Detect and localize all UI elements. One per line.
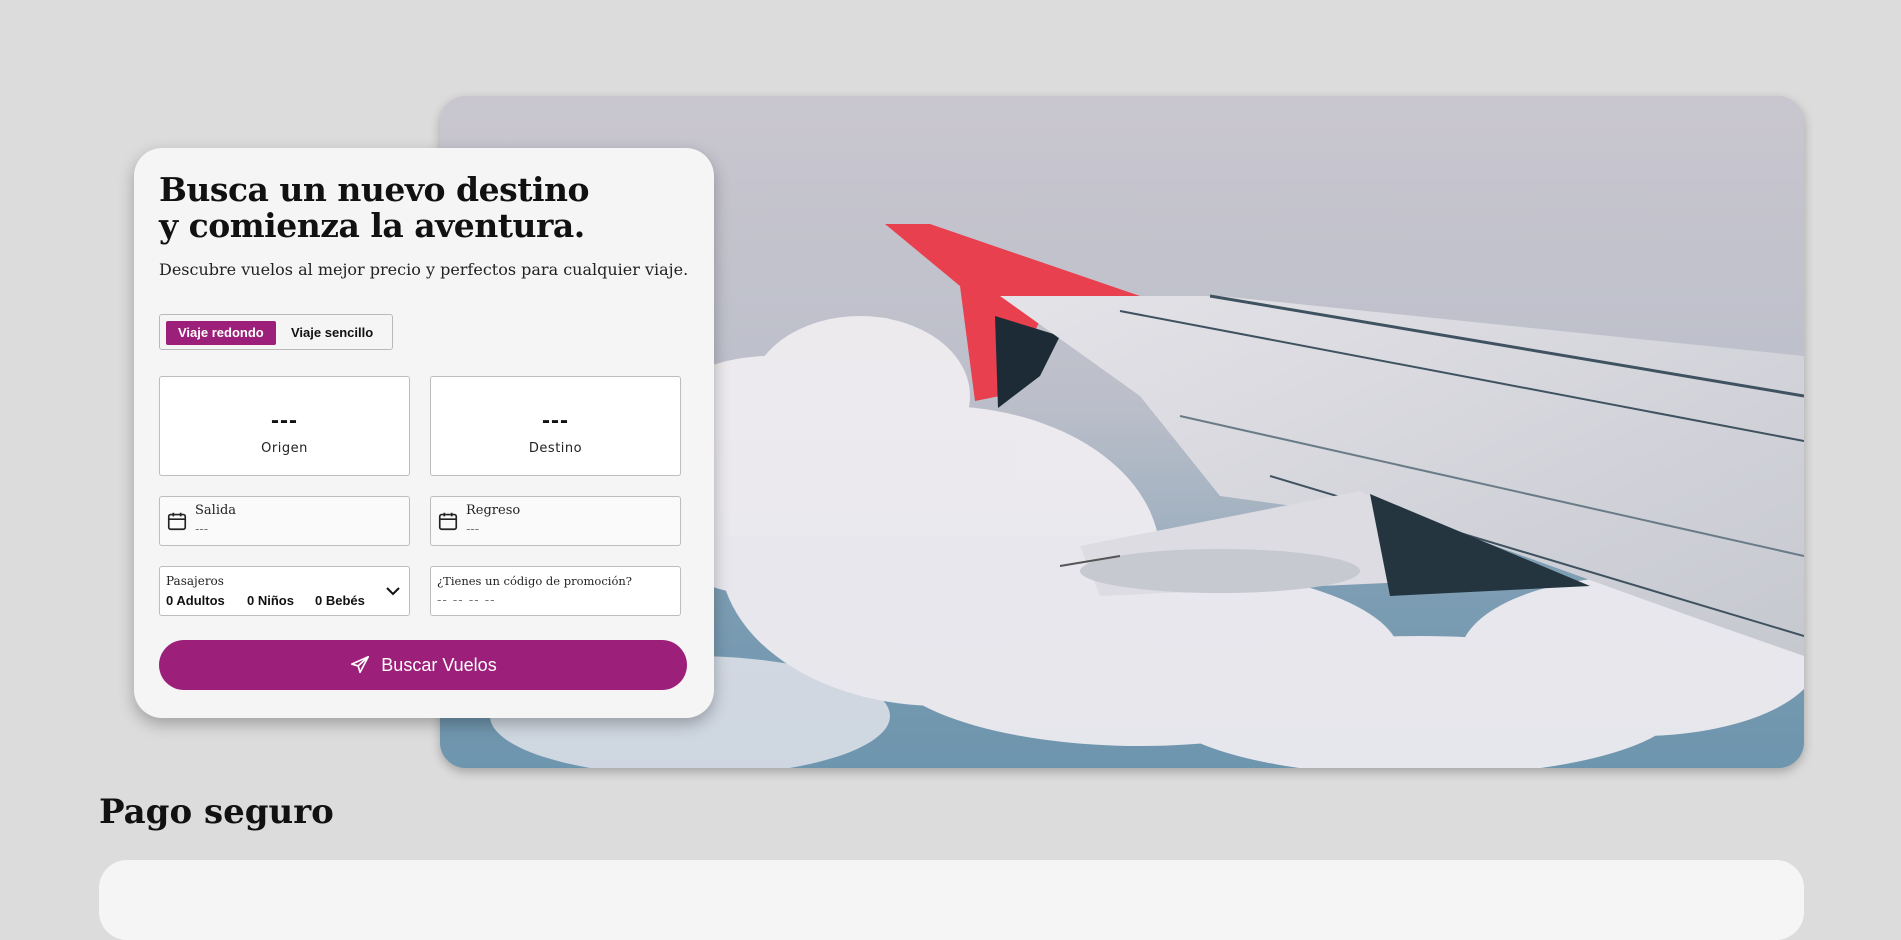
return-date-field[interactable]: Regreso --- — [430, 496, 681, 546]
plane-icon — [351, 655, 370, 674]
search-title: Busca un nuevo destino y comienza la ave… — [159, 170, 590, 245]
round-trip-option[interactable]: Viaje redondo — [166, 321, 276, 345]
passengers-label: Pasajeros — [166, 574, 224, 588]
promo-code-input[interactable]: ¿Tienes un código de promoción? -- -- --… — [430, 566, 681, 616]
adults-count: 0 Adultos — [166, 593, 225, 608]
destination-code: --- — [542, 407, 569, 434]
chevron-down-icon — [386, 587, 400, 596]
return-label: Regreso — [466, 503, 521, 518]
departure-value: --- — [195, 522, 209, 537]
calendar-icon — [167, 512, 187, 531]
departure-label: Salida — [195, 503, 237, 518]
origin-field[interactable]: --- Origen — [159, 376, 410, 476]
trip-type-toggle: Viaje redondo Viaje sencillo — [159, 314, 393, 350]
search-title-line2: y comienza la aventura. — [159, 206, 585, 245]
search-flights-label: Buscar Vuelos — [381, 654, 497, 675]
one-way-option[interactable]: Viaje sencillo — [279, 321, 385, 345]
secure-payment-panel — [99, 860, 1804, 940]
calendar-icon — [438, 512, 458, 531]
origin-label: Origen — [261, 441, 308, 456]
destination-label: Destino — [528, 441, 583, 456]
search-title-line1: Busca un nuevo destino — [159, 170, 590, 209]
promo-label: ¿Tienes un código de promoción? — [437, 574, 632, 588]
return-value: --- — [466, 522, 480, 537]
secure-payment-title: Pago seguro — [99, 792, 334, 832]
children-count: 0 Niños — [247, 593, 294, 608]
origin-code: --- — [271, 407, 298, 434]
departure-date-field[interactable]: Salida --- — [159, 496, 410, 546]
passengers-select[interactable]: Pasajeros 0 Adultos 0 Niños 0 Bebés — [159, 566, 410, 616]
infants-count: 0 Bebés — [315, 593, 365, 608]
destination-field[interactable]: --- Destino — [430, 376, 681, 476]
promo-value: -- -- -- -- — [437, 593, 496, 608]
search-subtitle: Descubre vuelos al mejor precio y perfec… — [159, 260, 689, 279]
search-flights-button[interactable]: Buscar Vuelos — [159, 640, 687, 690]
flight-search-card: Busca un nuevo destino y comienza la ave… — [134, 148, 714, 718]
